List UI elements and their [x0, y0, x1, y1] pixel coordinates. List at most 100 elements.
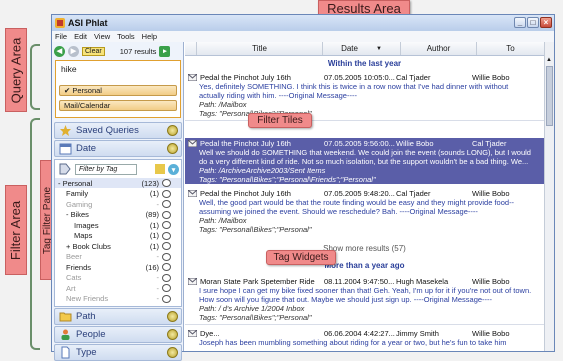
tag-row[interactable]: Maps (1)	[55, 231, 181, 241]
tag-name: Friends	[66, 262, 92, 272]
item-author: Cal Tjader	[396, 188, 431, 198]
column-title[interactable]: Title	[197, 42, 323, 55]
item-snippet: I sure hope I can get my bike fixed soon…	[199, 286, 532, 295]
filter-tiles-callout: Filter Tiles	[248, 113, 312, 128]
tag-name: Cats	[66, 273, 82, 282]
result-item[interactable]: Dye... 06.06.2004 4:42:27... Jimmy Smith…	[185, 328, 544, 350]
result-item[interactable]: Pedal the Pinchot July 16th 07.05.2005 9…	[185, 188, 544, 234]
item-divider	[185, 120, 544, 121]
menu-file[interactable]: File	[55, 32, 67, 41]
tag-row[interactable]: Art -	[55, 283, 181, 293]
tile-toggle-icon[interactable]	[167, 311, 178, 322]
tag-row[interactable]: - Personal (123)	[55, 178, 181, 188]
item-author: Hugh Masekela	[396, 276, 449, 286]
tile-toggle-icon[interactable]	[167, 143, 178, 154]
title-bar: ASI Phlat _ □ ×	[52, 15, 554, 31]
filter-tile-saved-queries[interactable]: Saved Queries	[54, 122, 182, 139]
scrollbar-thumb[interactable]	[546, 66, 553, 126]
query-box: hike ✔ Personal Mail/Calendar	[55, 60, 181, 118]
tag-widget-icon[interactable]	[162, 294, 171, 303]
results-scrollbar[interactable]: ▲	[544, 42, 554, 351]
close-button[interactable]: ×	[540, 17, 552, 28]
tag-widget-icon[interactable]	[162, 179, 171, 187]
item-tags: Tags: "Personal\Bikes";"Personal\Friends…	[199, 175, 376, 184]
email-icon	[188, 277, 197, 285]
menu-view[interactable]: View	[94, 32, 110, 41]
tag-widget-icon[interactable]	[162, 284, 171, 292]
tag-count: -	[156, 273, 160, 282]
query-tag-mail-calendar[interactable]: Mail/Calendar	[59, 100, 177, 111]
column-to[interactable]: To	[477, 42, 544, 55]
show-more-results[interactable]: Show more results (57)	[185, 244, 544, 255]
filter-tile-path[interactable]: Path	[54, 308, 182, 325]
filter-tile-label: Type	[76, 347, 97, 358]
tag-widget-icon[interactable]	[162, 242, 171, 250]
result-item[interactable]: Moran State Park Spetember Ride 08.11.20…	[185, 276, 544, 322]
tag-filter-pane: Filter by Tag ▾ - Personal (123) Family (1)…	[54, 159, 182, 307]
filter-tile-type[interactable]: Type	[54, 344, 182, 361]
result-item[interactable]: Pedal the Pinchot July 16th 07.05.2005 1…	[185, 72, 544, 118]
tag-row[interactable]: Cats -	[55, 273, 181, 283]
query-area-callout: Query Area	[5, 28, 27, 112]
scroll-up-icon[interactable]: ▲	[546, 57, 553, 63]
save-query-icon[interactable]: ▸	[159, 45, 171, 57]
item-date: 07.05.2005 9:48:20...	[324, 188, 395, 198]
minimize-button[interactable]: _	[514, 17, 526, 28]
sort-desc-icon: ▼	[375, 45, 382, 52]
column-author[interactable]: Author	[401, 42, 477, 55]
maximize-button[interactable]: □	[527, 17, 539, 28]
tag-widget-icon[interactable]	[162, 231, 171, 240]
tile-toggle-icon[interactable]	[167, 125, 178, 136]
group-header-last-year[interactable]: Within the last year	[185, 58, 544, 70]
tag-row[interactable]: + Book Clubs (1)	[55, 241, 181, 251]
tag-row[interactable]: - Bikes (89)	[55, 210, 181, 220]
tag-widget-icon[interactable]	[162, 263, 171, 271]
tag-name: Gaming	[66, 199, 93, 209]
tag-filter-input[interactable]: Filter by Tag	[75, 164, 137, 175]
filter-tile-people[interactable]: People	[54, 326, 182, 343]
item-path: Path: /ArchiveArchive2003/Sent Items	[199, 166, 326, 175]
search-input[interactable]: hike	[61, 64, 77, 74]
tag-row[interactable]: Gaming -	[55, 199, 181, 209]
menu-help[interactable]: Help	[142, 32, 157, 41]
filter-area-callout: Filter Area	[5, 185, 27, 275]
tag-row[interactable]: Family (1)	[55, 189, 181, 199]
column-date[interactable]: Date ▼	[323, 42, 401, 55]
item-author: Willie Bobo	[396, 138, 434, 148]
email-icon	[188, 139, 197, 147]
tag-widget-icon[interactable]	[162, 252, 171, 261]
forward-icon[interactable]: ▶	[68, 45, 79, 57]
result-item-selected[interactable]: Pedal the Pinchot July 16th 07.05.2005 9…	[185, 138, 544, 184]
tag-options-icon[interactable]: ▾	[168, 164, 179, 175]
tag-widgets-callout: Tag Widgets	[266, 250, 336, 265]
item-snippet-line2: actually riding with him. ----Original M…	[199, 91, 357, 100]
tag-row[interactable]: Friends (16)	[55, 262, 181, 272]
tag-row[interactable]: Images (1)	[55, 220, 181, 230]
tag-widget-icon[interactable]	[162, 200, 171, 208]
column-icon	[185, 42, 197, 55]
tag-row[interactable]: Beer -	[55, 252, 181, 262]
back-icon[interactable]: ◀	[54, 45, 65, 57]
menu-tools[interactable]: Tools	[117, 32, 135, 41]
window-title: ASI Phlat	[68, 18, 108, 28]
menu-edit[interactable]: Edit	[74, 32, 87, 41]
tag-row[interactable]: New Friends -	[55, 294, 181, 304]
clear-button[interactable]: Clear	[82, 46, 105, 56]
tag-widget-icon[interactable]	[162, 189, 171, 198]
item-title: Moran State Park Spetember Ride	[200, 276, 315, 286]
item-title: Pedal the Pinchot July 16th	[200, 188, 291, 198]
group-header-older[interactable]: More than a year ago	[185, 260, 544, 272]
add-tag-icon[interactable]	[155, 164, 165, 174]
tag-name: New Friends	[66, 294, 109, 303]
tag-name: + Book Clubs	[66, 241, 111, 251]
calendar-icon	[59, 143, 72, 155]
query-tag-personal[interactable]: ✔ Personal	[59, 85, 177, 96]
tag-widget-icon[interactable]	[162, 221, 171, 229]
menu-bar: File Edit View Tools Help	[52, 31, 554, 42]
tag-widget-icon[interactable]	[162, 273, 171, 282]
tile-toggle-icon[interactable]	[167, 329, 178, 340]
filter-tile-date[interactable]: Date	[54, 140, 182, 157]
tag-widget-icon[interactable]	[162, 210, 171, 219]
item-snippet-line2: How soon will you figure that out. Maybe…	[199, 295, 493, 304]
tile-toggle-icon[interactable]	[167, 347, 178, 358]
